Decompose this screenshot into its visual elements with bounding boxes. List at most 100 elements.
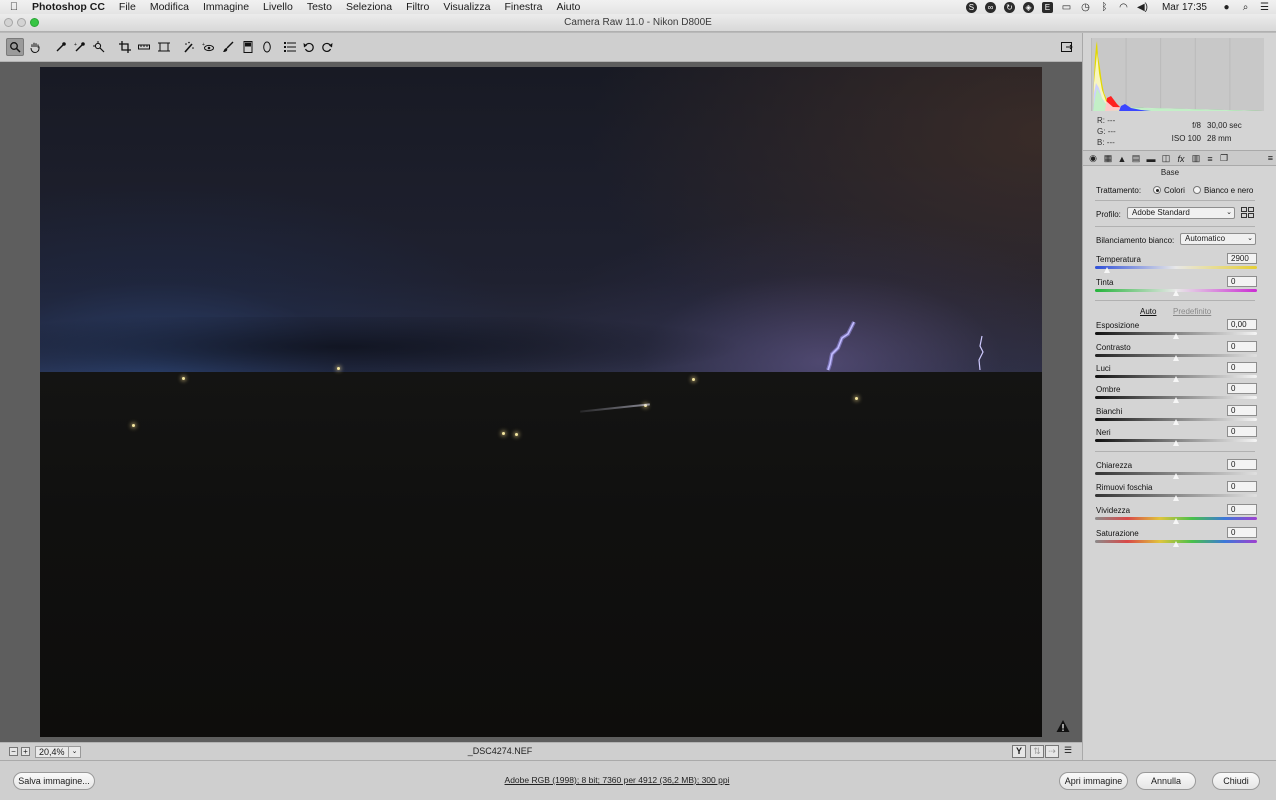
menu-file[interactable]: File: [112, 0, 143, 14]
before-after-toggle[interactable]: Y: [1012, 745, 1026, 758]
red-eye-tool-icon[interactable]: +: [201, 40, 215, 54]
creative-cloud-icon[interactable]: ∞: [984, 1, 996, 13]
menu-visualizza[interactable]: Visualizza: [436, 0, 497, 14]
preferences-icon[interactable]: [283, 40, 297, 54]
tab-camera-calibration-icon[interactable]: ▥: [1190, 153, 1202, 164]
user-icon[interactable]: ●: [1221, 2, 1232, 13]
close-button[interactable]: Chiudi: [1212, 772, 1260, 790]
slider-thumb[interactable]: [1172, 440, 1179, 446]
photo-preview[interactable]: [40, 67, 1042, 737]
straighten-tool-icon[interactable]: [137, 40, 151, 54]
swap-before-after-button[interactable]: ⇅: [1030, 745, 1044, 758]
slider-thumb[interactable]: [1172, 376, 1179, 382]
treatment-color-radio[interactable]: [1153, 186, 1161, 194]
slider-thumb[interactable]: [1172, 290, 1179, 296]
reader-icon[interactable]: E: [1041, 1, 1053, 13]
cancel-button[interactable]: Annulla: [1136, 772, 1196, 790]
tab-snapshots-icon[interactable]: ❐: [1218, 153, 1230, 164]
slider-thumb[interactable]: [1104, 267, 1111, 273]
time-machine-icon[interactable]: ◷: [1080, 2, 1091, 13]
tab-lens-corrections-icon[interactable]: ◫: [1160, 153, 1172, 164]
profile-browser-icon[interactable]: [1241, 207, 1254, 218]
profile-dropdown[interactable]: Adobe Standard ⌄: [1127, 207, 1235, 219]
menu-seleziona[interactable]: Seleziona: [339, 0, 399, 14]
fullscreen-toggle-icon[interactable]: [1060, 40, 1074, 54]
slider-value-field[interactable]: 0,00: [1227, 319, 1257, 330]
display-icon[interactable]: ▭: [1061, 2, 1072, 13]
menu-immagine[interactable]: Immagine: [196, 0, 256, 14]
warning-icon[interactable]: [1056, 719, 1070, 733]
workflow-options-link[interactable]: Adobe RGB (1998); 8 bit; 7360 per 4912 (…: [0, 775, 1234, 785]
spot-removal-tool-icon[interactable]: [182, 40, 196, 54]
tab-detail-icon[interactable]: ▲: [1116, 153, 1128, 164]
targeted-adjustment-tool-icon[interactable]: [92, 40, 106, 54]
crop-tool-icon[interactable]: [118, 40, 132, 54]
graduated-filter-icon[interactable]: [241, 40, 255, 54]
white-balance-dropdown[interactable]: Automatico ⌄: [1180, 233, 1256, 245]
slider-value-field[interactable]: 0: [1227, 459, 1257, 470]
slider-value-field[interactable]: 0: [1227, 383, 1257, 394]
slider-thumb[interactable]: [1172, 397, 1179, 403]
slider-thumb[interactable]: [1172, 355, 1179, 361]
adjustment-brush-icon[interactable]: [221, 40, 235, 54]
tab-hsl-icon[interactable]: ▤: [1130, 153, 1142, 164]
zoom-tool-icon[interactable]: [6, 38, 24, 56]
tab-effects-icon[interactable]: fx: [1175, 153, 1187, 164]
treatment-bw-radio[interactable]: [1193, 186, 1201, 194]
slider-thumb[interactable]: [1172, 473, 1179, 479]
search-icon[interactable]: ⌕: [1240, 2, 1251, 13]
rotate-left-icon[interactable]: [302, 40, 316, 54]
auto-button[interactable]: Auto: [1140, 307, 1156, 316]
transform-tool-icon[interactable]: [157, 40, 171, 54]
slider-thumb[interactable]: [1172, 518, 1179, 524]
slider-thumb[interactable]: [1172, 333, 1179, 339]
menu-filtro[interactable]: Filtro: [399, 0, 436, 14]
view-settings-icon[interactable]: ☰: [1061, 745, 1075, 758]
slider-thumb[interactable]: [1172, 495, 1179, 501]
slider-value-field[interactable]: 2900: [1227, 253, 1257, 264]
slider-value-field[interactable]: 0: [1227, 362, 1257, 373]
app-menu[interactable]: Photoshop CC: [28, 0, 112, 14]
menu-finestra[interactable]: Finestra: [498, 0, 550, 14]
slider-value-field[interactable]: 0: [1227, 276, 1257, 287]
apple-menu-icon[interactable]: : [0, 1, 28, 13]
slider-thumb[interactable]: [1172, 541, 1179, 547]
hand-tool-icon[interactable]: [28, 40, 42, 54]
image-preview-area[interactable]: [0, 62, 1082, 742]
slider-track[interactable]: [1095, 266, 1257, 269]
menu-testo[interactable]: Testo: [300, 0, 339, 14]
clock[interactable]: Mar 17:35: [1156, 2, 1213, 13]
copy-settings-button[interactable]: ⇢: [1045, 745, 1059, 758]
slider-value-field[interactable]: 0: [1227, 405, 1257, 416]
slider-value-field[interactable]: 0: [1227, 527, 1257, 538]
slider-value-field[interactable]: 0: [1227, 481, 1257, 492]
panel-menu-icon[interactable]: ≡: [1268, 153, 1273, 163]
slider-value-field[interactable]: 0: [1227, 341, 1257, 352]
rotate-right-icon[interactable]: [320, 40, 334, 54]
shield-icon[interactable]: ◈: [1022, 1, 1034, 13]
treatment-bw-label[interactable]: Bianco e nero: [1204, 186, 1253, 195]
color-sampler-tool-icon[interactable]: +: [73, 40, 87, 54]
bluetooth-icon[interactable]: ᛒ: [1099, 2, 1110, 13]
volume-icon[interactable]: ◀): [1137, 2, 1148, 13]
white-balance-tool-icon[interactable]: [54, 40, 68, 54]
tab-basic-icon[interactable]: ◉: [1087, 153, 1099, 164]
slider-value-field[interactable]: 0: [1227, 504, 1257, 515]
wifi-icon[interactable]: ◠: [1118, 2, 1129, 13]
sync-icon[interactable]: ↻: [1003, 1, 1015, 13]
menu-modifica[interactable]: Modifica: [143, 0, 196, 14]
tab-tone-curve-icon[interactable]: ▦: [1102, 153, 1114, 164]
open-image-button[interactable]: Apri immagine: [1059, 772, 1128, 790]
treatment-color-label[interactable]: Colori: [1164, 186, 1185, 195]
slider-thumb[interactable]: [1172, 419, 1179, 425]
skype-icon[interactable]: S: [965, 1, 977, 13]
tab-split-toning-icon[interactable]: ▬: [1145, 153, 1157, 164]
notification-center-icon[interactable]: ☰: [1259, 2, 1270, 13]
radial-filter-icon[interactable]: [260, 40, 274, 54]
tab-presets-icon[interactable]: ≡: [1204, 153, 1216, 164]
menu-aiuto[interactable]: Aiuto: [549, 0, 587, 14]
r-value: ---: [1107, 116, 1116, 125]
slider-value-field[interactable]: 0: [1227, 426, 1257, 437]
menu-livello[interactable]: Livello: [256, 0, 300, 14]
default-button[interactable]: Predefinito: [1173, 307, 1211, 316]
